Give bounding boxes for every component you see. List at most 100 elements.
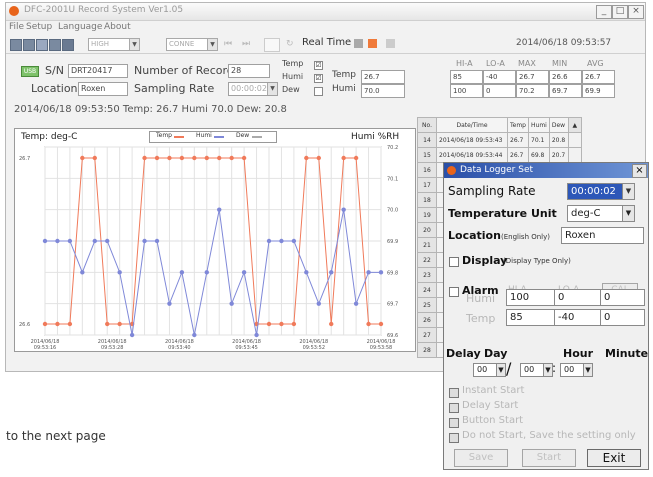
- menu-setup[interactable]: Setup: [26, 22, 52, 32]
- data-point-humi: [80, 270, 85, 275]
- start-button[interactable]: Start: [522, 449, 576, 467]
- chevron-down-icon: ▼: [267, 83, 277, 95]
- usb-badge: USB: [21, 66, 39, 77]
- data-point-humi: [167, 301, 172, 306]
- button-start-radio[interactable]: [449, 418, 459, 428]
- humi-checkbox[interactable]: ☑: [314, 74, 323, 83]
- port-select[interactable]: HIGH ▼: [88, 38, 140, 51]
- alarm-temp-cal-input[interactable]: 0: [600, 309, 645, 326]
- row-number: 22: [417, 252, 437, 268]
- x-tick-label: 09:53:45: [235, 345, 257, 351]
- time-separator: :: [552, 361, 557, 375]
- hour-label: Hour: [563, 347, 594, 360]
- temp-checkbox[interactable]: ☑: [314, 61, 323, 70]
- delay-label: Delay: [446, 347, 481, 360]
- menu-file[interactable]: File: [9, 22, 24, 32]
- data-point-humi: [179, 270, 185, 275]
- data-point-temp: [304, 155, 309, 161]
- column-header-no: No.: [417, 117, 437, 133]
- sn-label: S/N: [45, 64, 64, 77]
- data-point-temp: [229, 155, 234, 161]
- delay-start-radio[interactable]: [449, 403, 459, 413]
- save-only-radio[interactable]: [449, 433, 459, 443]
- x-tick-label: 09:53:58: [370, 345, 392, 351]
- save-button[interactable]: Save: [454, 449, 508, 467]
- day-select[interactable]: 00 ▼: [473, 363, 506, 377]
- data-point-humi: [316, 301, 321, 306]
- row-dew: 20.8: [548, 132, 569, 148]
- close-button[interactable]: ×: [628, 5, 644, 19]
- minute-select[interactable]: 00 ▼: [560, 363, 593, 377]
- real-time-label: Real Time: [302, 37, 352, 48]
- print-icon[interactable]: [62, 39, 74, 51]
- data-point-temp: [204, 155, 209, 161]
- zoom-button[interactable]: [264, 38, 280, 52]
- table-row[interactable]: 14 2014/06/18 09:53:43 26.7 70.1 20.8: [417, 132, 582, 148]
- stats-header-loa: LO-A: [486, 59, 505, 68]
- display-label: Display: [462, 254, 508, 267]
- minute-label: Minute: [605, 347, 649, 360]
- data-point-humi: [204, 270, 209, 275]
- stats-cell: 85: [450, 70, 483, 84]
- save-icon[interactable]: [10, 39, 22, 51]
- data-point-temp: [241, 155, 247, 161]
- stats-cell: 26.7: [582, 70, 615, 84]
- chevron-down-icon: ▼: [583, 364, 592, 376]
- export-icon[interactable]: [49, 39, 61, 51]
- download-icon[interactable]: [23, 39, 35, 51]
- alarm-humi-hi-input[interactable]: 100: [506, 289, 555, 306]
- dialog-title-bar: Data Logger Set ×: [444, 163, 648, 178]
- title-bar: DFC-2001U Record System Ver1.05 _ □ ×: [6, 3, 645, 21]
- dialog-location-input[interactable]: Roxen: [561, 227, 644, 244]
- stop-icon[interactable]: [354, 39, 363, 48]
- alarm-checkbox[interactable]: [449, 287, 459, 297]
- data-point-humi: [266, 238, 272, 244]
- exit-button[interactable]: Exit: [587, 449, 641, 467]
- instant-start-radio[interactable]: [449, 388, 459, 398]
- temp-unit-select[interactable]: deg-C ▼: [567, 205, 635, 222]
- data-point-temp: [179, 155, 185, 161]
- temp-unit-label: Temperature Unit: [448, 207, 557, 220]
- scroll-up-icon[interactable]: ▲: [567, 117, 582, 133]
- display-checkbox[interactable]: [449, 257, 459, 267]
- minimize-button[interactable]: _: [596, 5, 612, 19]
- data-point-humi: [105, 238, 110, 244]
- alarm-humi-lo-input[interactable]: 0: [554, 289, 601, 306]
- location-field: Roxen: [78, 82, 128, 96]
- sampling-rate-select[interactable]: 00:00:02 ▼: [567, 183, 635, 200]
- menu-language[interactable]: Language: [58, 22, 102, 32]
- column-header-humi: Humi: [528, 117, 550, 133]
- data-point-temp: [316, 155, 321, 161]
- scrollbar-track[interactable]: [567, 147, 582, 163]
- scrollbar-track[interactable]: [567, 132, 582, 148]
- refresh-icon[interactable]: ↻: [286, 39, 298, 49]
- alarm-humi-cal-input[interactable]: 0: [600, 289, 645, 306]
- data-point-temp: [105, 321, 110, 327]
- prev-icon[interactable]: ⏮: [224, 39, 236, 49]
- data-point-humi: [378, 270, 384, 275]
- row-number: 17: [417, 177, 437, 193]
- right-tick-label: 70.0: [387, 208, 398, 214]
- alarm-temp-hi-input[interactable]: 85: [506, 309, 555, 326]
- right-tick-label: 69.8: [387, 270, 398, 276]
- stats-cell: 26.6: [549, 70, 582, 84]
- menu-about[interactable]: About: [104, 22, 131, 32]
- record-icon[interactable]: [368, 39, 377, 48]
- data-logger-dialog: Data Logger Set × Sampling Rate 00:00:02…: [443, 162, 649, 470]
- data-point-temp: [92, 155, 97, 161]
- dialog-close-button[interactable]: ×: [632, 164, 647, 178]
- x-tick-label: 09:53:28: [101, 345, 123, 351]
- day-label: Day: [484, 347, 508, 360]
- chevron-down-icon: ▼: [622, 206, 634, 221]
- data-point-humi: [304, 270, 309, 275]
- pause-icon[interactable]: [386, 39, 395, 48]
- next-icon[interactable]: ⏭: [242, 39, 254, 49]
- open-icon[interactable]: [36, 39, 48, 51]
- hour-select[interactable]: 00 ▼: [520, 363, 553, 377]
- connect-select[interactable]: CONNE ▼: [166, 38, 218, 51]
- maximize-button[interactable]: □: [612, 5, 628, 19]
- table-row[interactable]: 15 2014/06/18 09:53:44 26.7 69.8 20.7: [417, 147, 582, 163]
- dew-checkbox[interactable]: [314, 87, 323, 96]
- stats-cell: 100: [450, 84, 483, 98]
- alarm-temp-lo-input[interactable]: -40: [554, 309, 601, 326]
